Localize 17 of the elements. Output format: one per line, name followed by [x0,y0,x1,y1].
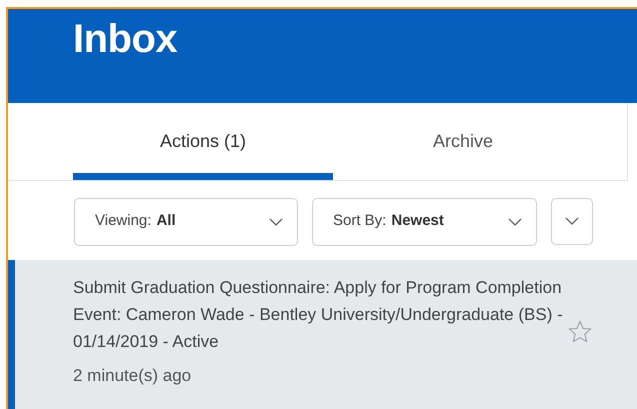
filter-dropdown[interactable]: Sort By: Newest [312,198,537,246]
item-title: Submit Graduation Questionnaire: Apply for Program Completion Event: Cameron Wade - Bentley University/Undergraduate (BS) - 01/14/2019 - Active [73,277,564,353]
filter-label: Sort By: [333,211,386,232]
filter-value: Newest [391,211,444,232]
filter-label: Viewing: [95,211,152,232]
chevron-down-icon [565,217,579,226]
chevron-down-icon [269,218,283,226]
star-icon[interactable] [568,320,592,343]
filter-value: All [156,211,176,232]
expand-button[interactable] [551,198,593,245]
inbox-item[interactable]: Submit Graduation Questionnaire: Apply for Program Completion Event: Cameron Wade - Bentley University/Undergraduate (BS) - 01/14/2019 - Active 2 minute(s) ago [8,260,637,409]
chevron-down-icon [508,218,522,226]
item-time: 2 minute(s) ago [73,365,192,387]
tab[interactable]: Archive [333,103,593,180]
tab[interactable]: Actions (1) [73,103,333,180]
page-title: Inbox [73,16,178,63]
filter-dropdown[interactable]: Viewing: All [74,198,298,246]
